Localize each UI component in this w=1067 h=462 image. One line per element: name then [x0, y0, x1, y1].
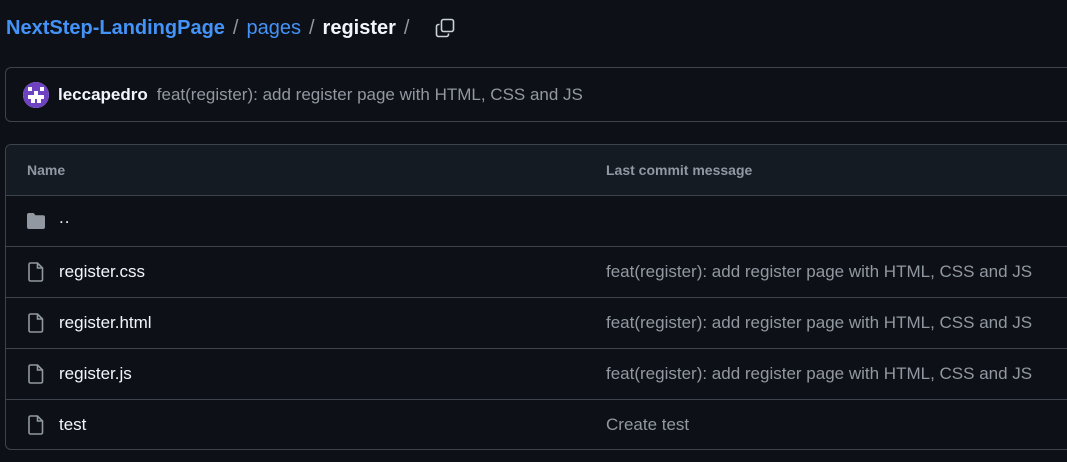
breadcrumb-pages-link[interactable]: pages	[246, 17, 301, 40]
table-row[interactable]: test Create test	[6, 400, 1067, 449]
breadcrumb: NextStep-LandingPage / pages / register …	[6, 14, 459, 42]
copy-path-button[interactable]	[431, 14, 459, 42]
commit-message-link[interactable]: feat(register): add register page with H…	[157, 85, 583, 105]
column-header-last-commit: Last commit message	[606, 162, 753, 178]
file-icon	[26, 364, 46, 384]
breadcrumb-separator: /	[232, 16, 239, 39]
commit-message-link[interactable]: feat(register): add register page with H…	[606, 262, 1032, 282]
avatar[interactable]	[23, 81, 49, 108]
breadcrumb-separator: /	[308, 16, 315, 39]
commit-message-link[interactable]: feat(register): add register page with H…	[606, 364, 1032, 384]
folder-icon	[26, 211, 46, 231]
commit-message-link[interactable]: feat(register): add register page with H…	[606, 313, 1032, 333]
file-name-link[interactable]: register.html	[59, 313, 152, 333]
table-row[interactable]: register.js feat(register): add register…	[6, 349, 1067, 400]
table-row[interactable]: register.css feat(register): add registe…	[6, 247, 1067, 298]
commit-message-link[interactable]: Create test	[606, 415, 689, 435]
breadcrumb-separator: /	[403, 16, 410, 39]
file-icon	[26, 415, 46, 435]
copy-icon	[436, 18, 455, 38]
file-icon	[26, 313, 46, 333]
avatar-image	[23, 81, 49, 108]
commit-author-link[interactable]: leccapedro	[58, 85, 148, 105]
table-header: Name Last commit message	[6, 145, 1067, 196]
file-name-link[interactable]: test	[59, 415, 86, 435]
file-name-link[interactable]: register.css	[59, 262, 145, 282]
column-header-name: Name	[27, 162, 66, 178]
file-table: Name Last commit message .. register.css…	[5, 144, 1067, 450]
parent-directory-link[interactable]: ..	[59, 208, 70, 228]
file-icon	[26, 262, 46, 282]
file-name-link[interactable]: register.js	[59, 364, 132, 384]
latest-commit-bar: leccapedro feat(register): add register …	[5, 67, 1067, 122]
parent-directory-row[interactable]: ..	[6, 196, 1067, 247]
breadcrumb-current: register	[322, 16, 396, 39]
table-row[interactable]: register.html feat(register): add regist…	[6, 298, 1067, 349]
breadcrumb-repo-link[interactable]: NextStep-LandingPage	[6, 17, 225, 40]
